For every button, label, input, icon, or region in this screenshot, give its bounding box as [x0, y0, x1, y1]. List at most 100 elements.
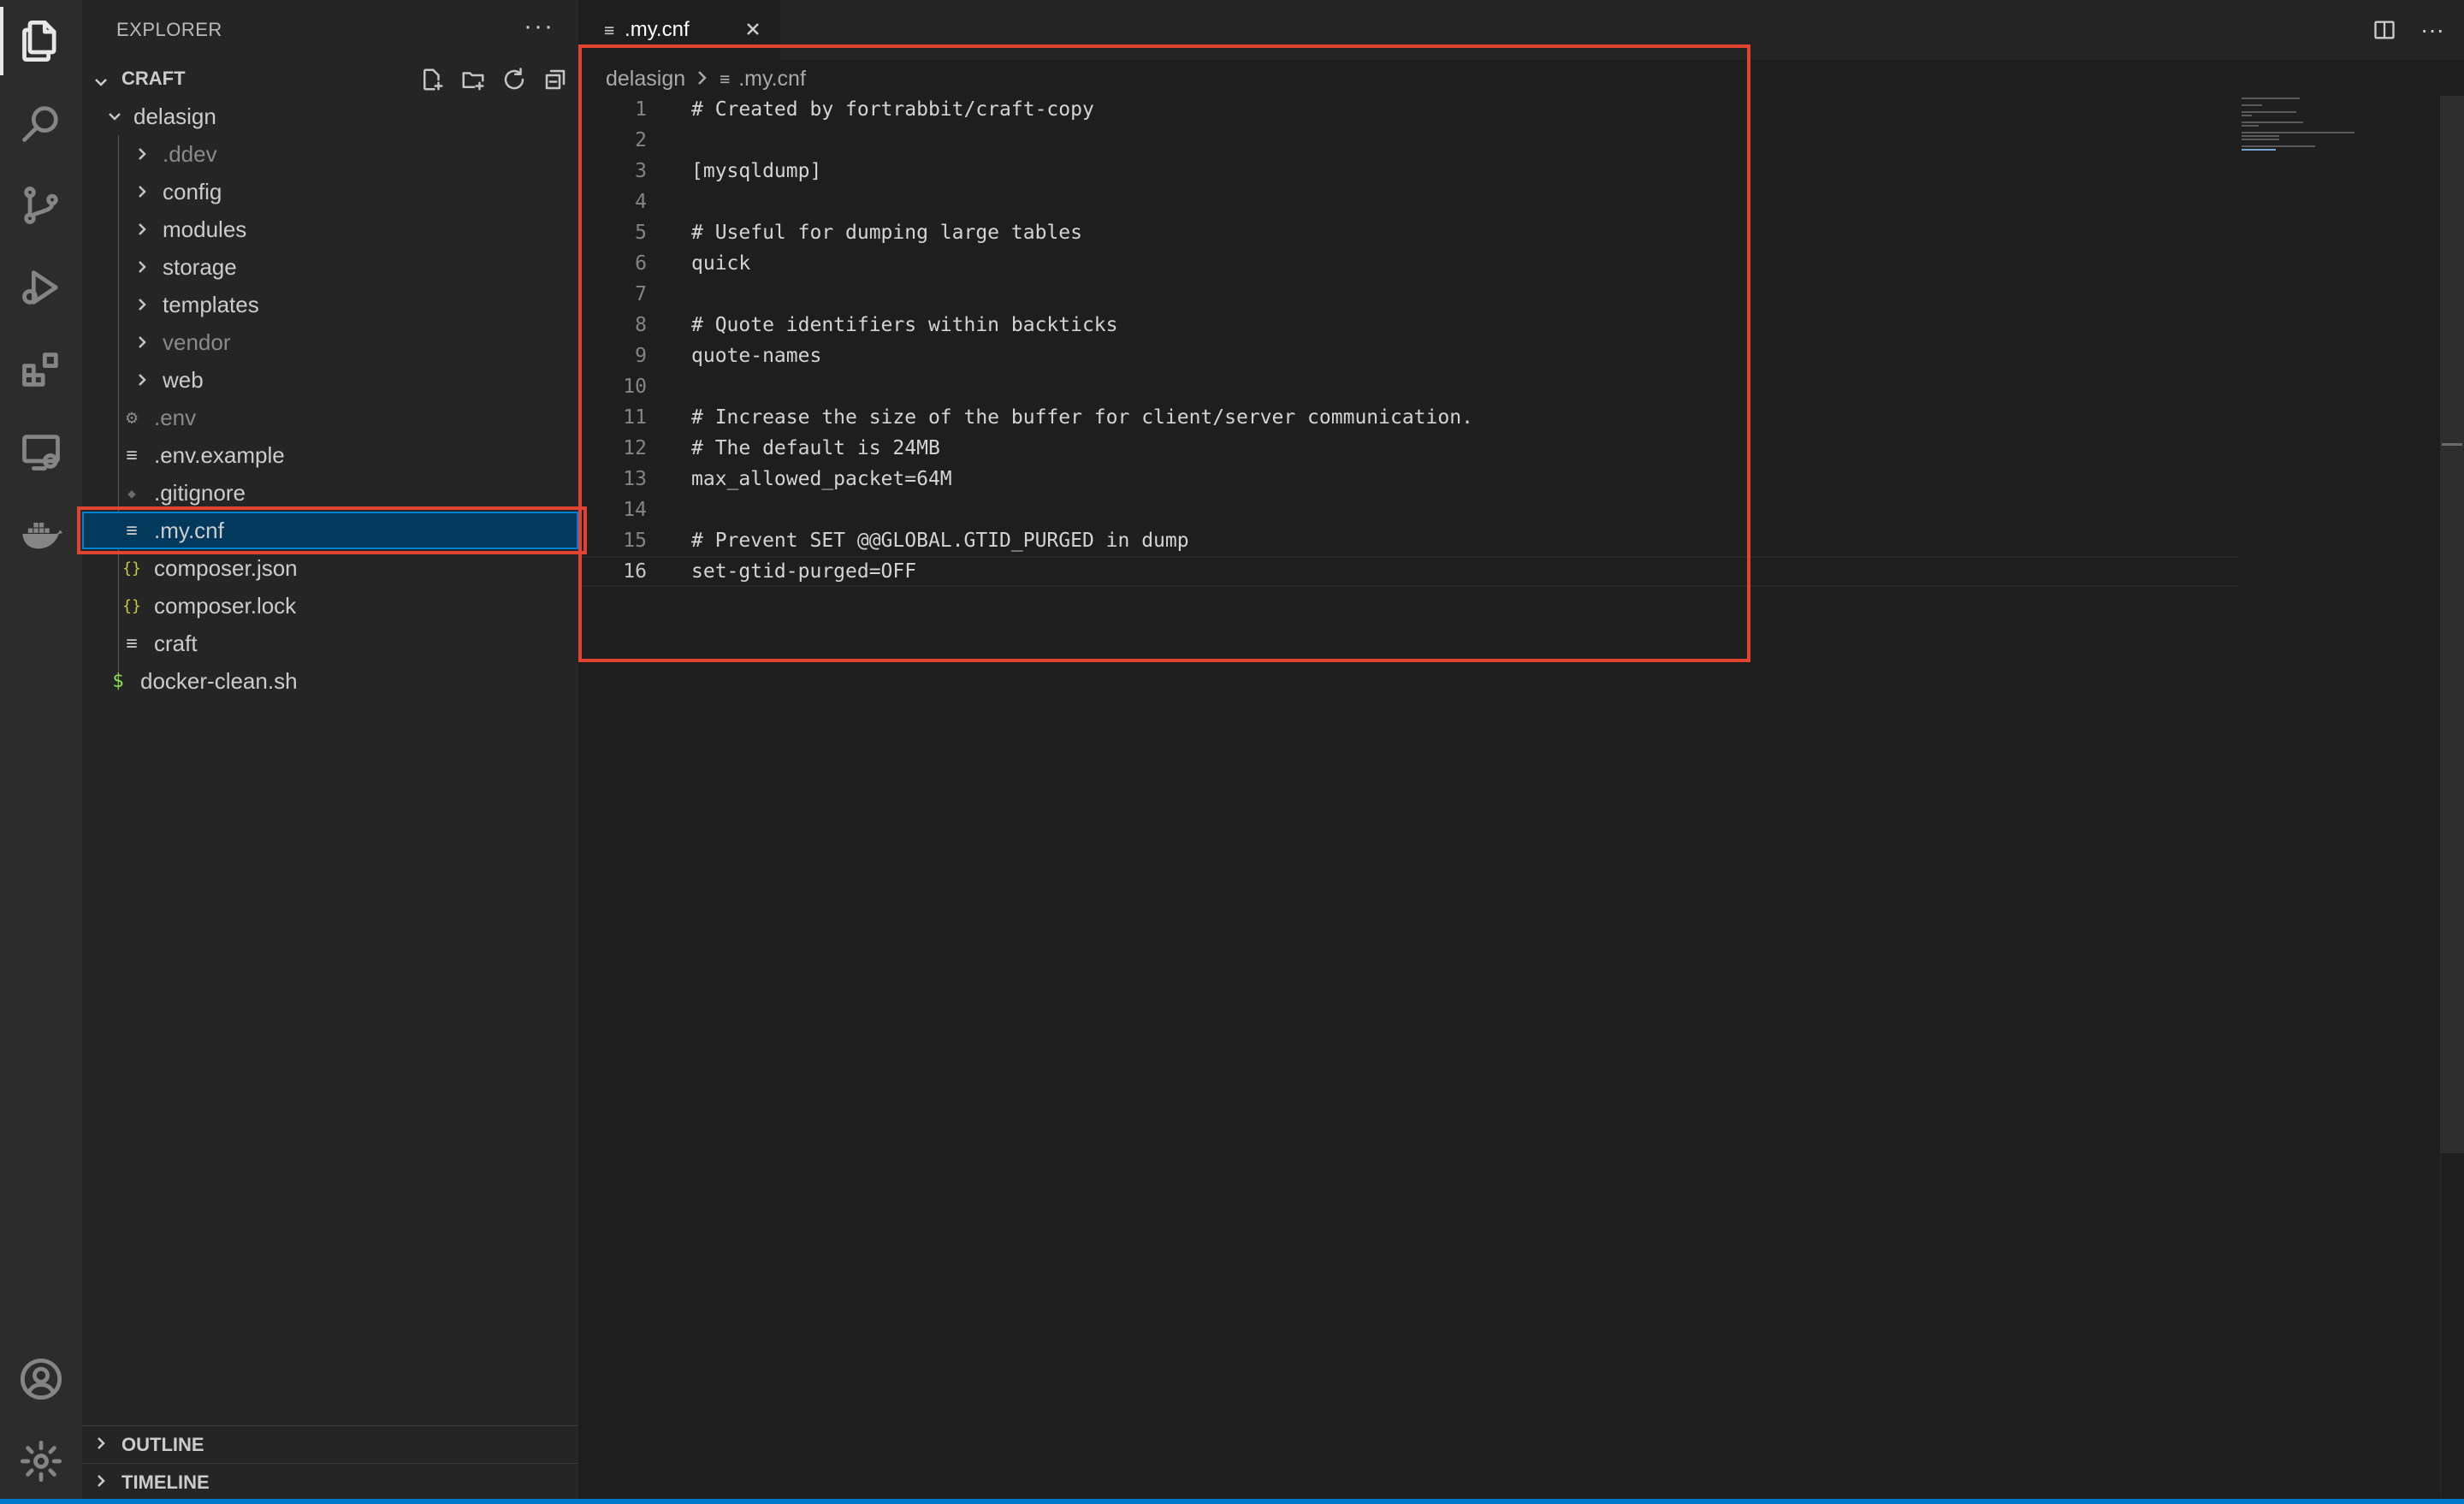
sidebar-title: EXPLORER	[116, 19, 222, 40]
tree-folder-vendor[interactable]: vendor	[82, 323, 578, 361]
git-file-icon: ◆	[127, 484, 136, 501]
chevron-right-icon	[135, 182, 149, 201]
account-icon[interactable]	[0, 1338, 82, 1420]
line-number: 4	[635, 191, 647, 213]
text-file-icon: ≡	[604, 20, 615, 40]
line-number: 8	[635, 314, 647, 336]
tree-file-env[interactable]: ⚙ .env	[82, 399, 578, 436]
code-text: quick	[691, 252, 751, 275]
split-editor-icon[interactable]	[2370, 15, 2399, 44]
code-line[interactable]: 2	[578, 125, 2238, 156]
scrollbar-cursor-marker	[2442, 443, 2462, 446]
code-line[interactable]: 13 max_allowed_packet=64M	[578, 464, 2238, 494]
code-line[interactable]: 9 quote-names	[578, 340, 2238, 371]
tree-folder-templates[interactable]: templates	[82, 286, 578, 323]
collapse-all-icon[interactable]	[541, 65, 570, 94]
code-line[interactable]: 6 quick	[578, 248, 2238, 279]
code-line[interactable]: 11 # Increase the size of the buffer for …	[578, 402, 2238, 433]
code-text: [mysqldump]	[691, 160, 822, 182]
workspace-section-header[interactable]: CRAFT	[82, 60, 578, 98]
code-editor[interactable]: 1 # Created by fortrabbit/craft-copy 2 3 [my…	[578, 94, 2375, 1497]
code-line[interactable]: 8 # Quote identifiers within backticks	[578, 310, 2238, 340]
chevron-right-icon	[697, 67, 708, 92]
new-file-icon[interactable]	[418, 65, 447, 94]
remote-explorer-icon[interactable]	[0, 411, 82, 493]
line-number: 10	[623, 376, 647, 398]
chevron-down-icon	[108, 107, 121, 126]
extensions-icon[interactable]	[0, 329, 82, 411]
line-number: 9	[635, 345, 647, 367]
line-number: 6	[635, 252, 647, 275]
close-icon[interactable]	[741, 17, 765, 41]
explorer-icon[interactable]	[0, 0, 82, 82]
chevron-right-icon	[135, 258, 149, 276]
code-text: # The default is 24MB	[691, 437, 940, 459]
tree-folder-modules[interactable]: modules	[82, 210, 578, 248]
breadcrumb-file[interactable]: .my.cnf	[738, 67, 806, 92]
line-number: 1	[635, 98, 647, 121]
refresh-icon[interactable]	[500, 65, 529, 94]
code-line[interactable]: 3 [mysqldump]	[578, 156, 2238, 187]
tree-folder-config[interactable]: config	[82, 173, 578, 210]
json-file-icon: {}	[122, 596, 141, 615]
shell-file-icon: $	[112, 670, 124, 692]
search-icon[interactable]	[0, 82, 82, 164]
chevron-right-icon	[135, 220, 149, 239]
code-text: max_allowed_packet=64M	[691, 468, 952, 490]
line-number: 2	[635, 129, 647, 151]
code-line[interactable]: 15 # Prevent SET @@GLOBAL.GTID_PURGED in …	[578, 525, 2238, 556]
tree-folder-ddev[interactable]: .ddev	[82, 135, 578, 173]
code-line[interactable]: 16 set-gtid-purged=OFF	[578, 556, 2238, 587]
tree-item-label: composer.json	[154, 554, 298, 581]
tab-my-cnf[interactable]: ≡ .my.cnf	[578, 0, 780, 60]
chevron-right-icon	[135, 370, 149, 389]
docker-icon[interactable]	[0, 493, 82, 575]
run-debug-icon[interactable]	[0, 246, 82, 329]
line-number: 5	[635, 222, 647, 244]
workspace-name: CRAFT	[121, 68, 186, 89]
tree-file-composer-json[interactable]: {} composer.json	[82, 549, 578, 587]
chevron-right-icon	[135, 333, 149, 352]
tree-item-label: delasign	[133, 103, 216, 129]
tree-file-env-example[interactable]: ≡ .env.example	[82, 436, 578, 474]
tree-file-docker-clean[interactable]: $ docker-clean.sh	[82, 662, 578, 700]
tree-file-craft[interactable]: ≡ craft	[82, 625, 578, 662]
tree-folder-web[interactable]: web	[82, 361, 578, 399]
code-line[interactable]: 1 # Created by fortrabbit/craft-copy	[578, 94, 2238, 125]
new-folder-icon[interactable]	[459, 65, 488, 94]
settings-gear-icon[interactable]	[0, 1420, 82, 1502]
line-number: 14	[623, 499, 647, 521]
tree-file-my-cnf[interactable]: ≡ .my.cnf	[82, 512, 578, 549]
code-line[interactable]: 10	[578, 371, 2238, 402]
line-number: 15	[623, 530, 647, 552]
more-actions-icon[interactable]: ···	[2418, 15, 2447, 44]
tree-item-label: .env	[154, 404, 197, 430]
tab-label: .my.cnf	[625, 18, 690, 41]
code-line[interactable]: 12 # The default is 24MB	[578, 433, 2238, 464]
line-number: 16	[623, 560, 647, 583]
minimap[interactable]	[2238, 94, 2440, 154]
tree-folder-storage[interactable]: storage	[82, 248, 578, 286]
timeline-section-header[interactable]: TIMELINE	[82, 1463, 578, 1501]
code-text: # Prevent SET @@GLOBAL.GTID_PURGED in du…	[691, 530, 1189, 552]
editor-tab-bar: ≡ .my.cnf ···	[578, 0, 2464, 60]
code-text: # Increase the size of the buffer for cl…	[691, 406, 1473, 429]
tree-folder-delasign[interactable]: delasign	[82, 98, 578, 135]
code-line[interactable]: 14	[578, 494, 2238, 525]
more-actions-icon[interactable]: ···	[524, 12, 554, 41]
status-bar	[0, 1499, 2464, 1504]
code-text: set-gtid-purged=OFF	[691, 560, 917, 583]
code-line[interactable]: 7	[578, 279, 2238, 310]
source-control-icon[interactable]	[0, 164, 82, 246]
code-text: quote-names	[691, 345, 822, 367]
outline-section-header[interactable]: OUTLINE	[82, 1425, 578, 1463]
code-line[interactable]: 4	[578, 187, 2238, 217]
scrollbar-thumb[interactable]	[2440, 96, 2464, 1153]
tree-file-gitignore[interactable]: ◆ .gitignore	[82, 474, 578, 512]
breadcrumb-folder[interactable]: delasign	[606, 67, 685, 92]
code-line[interactable]: 5 # Useful for dumping large tables	[578, 217, 2238, 248]
tree-item-label: .ddev	[163, 140, 217, 167]
gear-file-icon: ⚙	[126, 406, 138, 429]
tree-file-composer-lock[interactable]: {} composer.lock	[82, 587, 578, 625]
tree-item-label: .env.example	[154, 441, 285, 468]
